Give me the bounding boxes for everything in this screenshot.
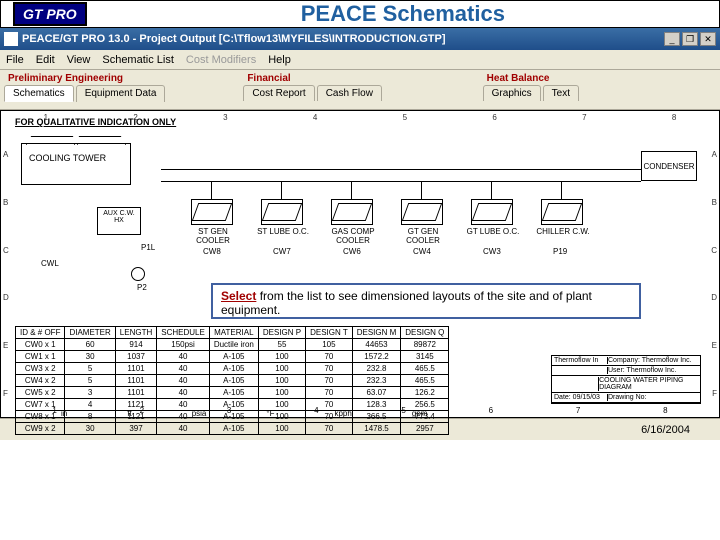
maximize-button[interactable]: ❐: [682, 32, 698, 46]
gt-pro-badge: GT PRO: [13, 2, 87, 26]
unit-gt-lube-oc: [471, 199, 513, 225]
aux-hx-symbol: AUX C.W. HX: [97, 207, 141, 235]
app-icon: [4, 32, 18, 46]
tag-p1l: P1L: [141, 243, 155, 252]
drawing-info-box: Thermoflow InCompany: Thermoflow Inc. Us…: [551, 355, 701, 404]
footer-date: 6/16/2004: [641, 424, 690, 436]
menu-schematic-list[interactable]: Schematic List: [102, 54, 174, 66]
bus-line-bottom: [161, 181, 641, 182]
group-heat-balance-label: Heat Balance: [483, 72, 716, 85]
label-gas-comp-cooler: GAS COMP COOLER: [325, 227, 381, 245]
menu-help[interactable]: Help: [268, 54, 291, 66]
tag-p19: P19: [553, 247, 567, 256]
table-row: CW4 x 25110140A-10510070232.3465.5: [16, 375, 449, 387]
hint-callout: Select from the list to see dimensioned …: [211, 283, 641, 319]
tab-cash-flow[interactable]: Cash Flow: [317, 85, 382, 101]
banner-title: PEACE Schematics: [87, 1, 719, 27]
ruler-right: ABCDEF: [707, 131, 717, 417]
bus-line-top: [161, 169, 641, 170]
window-titlebar: PEACE/GT PRO 13.0 - Project Output [C:\T…: [0, 28, 720, 50]
window-title: PEACE/GT PRO 13.0 - Project Output [C:\T…: [22, 33, 664, 45]
tab-groups: Preliminary Engineering Schematics Equip…: [0, 70, 720, 110]
hint-bold: Select: [221, 289, 256, 303]
unit-gt-gen-cooler: [401, 199, 443, 225]
hint-text: from the list to see dimensioned layouts…: [221, 289, 592, 317]
tag-p2: P2: [137, 283, 147, 292]
menu-edit[interactable]: Edit: [36, 54, 55, 66]
table-row: CW5 x 23110140A-1051007063.07126.2: [16, 387, 449, 399]
group-financial-label: Financial: [243, 72, 476, 85]
cooling-tower-symbol: [21, 143, 131, 185]
tag-cw4: CW4: [413, 247, 431, 256]
pump-p2-symbol: [131, 267, 145, 281]
tab-graphics[interactable]: Graphics: [483, 85, 541, 101]
group-preliminary-label: Preliminary Engineering: [4, 72, 237, 85]
unit-st-gen-cooler: [191, 199, 233, 225]
menu-cost-modifiers[interactable]: Cost Modifiers: [186, 54, 256, 66]
condenser-symbol: CONDENSER: [641, 151, 697, 181]
tag-cw3: CW3: [483, 247, 501, 256]
cooling-tower-label: COOLING TOWER: [29, 153, 106, 163]
tag-cw6: CW6: [343, 247, 361, 256]
label-chiller-cw: CHILLER C.W.: [535, 227, 591, 236]
table-header-row: ID & # OFFDIAMETERLENGTHSCHEDULEMATERIAL…: [16, 327, 449, 339]
close-button[interactable]: ✕: [700, 32, 716, 46]
pipe-data-table: ID & # OFFDIAMETERLENGTHSCHEDULEMATERIAL…: [15, 326, 449, 435]
ruler-bottom: 12345678: [11, 406, 709, 415]
table-row: CW0 x 160914150psiDuctile iron5510544653…: [16, 339, 449, 351]
table-row: CW9 x 23039740A-105100701478.52957: [16, 423, 449, 435]
tab-cost-report[interactable]: Cost Report: [243, 85, 314, 101]
table-row: CW3 x 25110140A-10510070232.8465.5: [16, 363, 449, 375]
unit-gas-comp-cooler: [331, 199, 373, 225]
label-st-lube-oc: ST LUBE O.C.: [255, 227, 311, 236]
menu-file[interactable]: File: [6, 54, 24, 66]
table-row: CW1 x 130103740A-105100701572.23145: [16, 351, 449, 363]
tab-equipment-data[interactable]: Equipment Data: [76, 85, 166, 102]
label-gt-gen-cooler: GT GEN COOLER: [395, 227, 451, 245]
menu-view[interactable]: View: [67, 54, 91, 66]
label-st-gen-cooler: ST GEN COOLER: [185, 227, 241, 245]
unit-chiller-cw: [541, 199, 583, 225]
menubar: File Edit View Schematic List Cost Modif…: [0, 50, 720, 70]
tag-cwl: CWL: [41, 259, 59, 268]
tab-schematics[interactable]: Schematics: [4, 85, 74, 102]
ruler-left: ABCDEF: [3, 131, 13, 417]
label-gt-lube-oc: GT LUBE O.C.: [465, 227, 521, 236]
minimize-button[interactable]: _: [664, 32, 680, 46]
tag-cw8: CW8: [203, 247, 221, 256]
top-banner: GT PRO PEACE Schematics: [0, 0, 720, 28]
ruler-top: 12345678: [1, 113, 719, 125]
schematic-canvas: FOR QUALITATIVE INDICATION ONLY 12345678…: [0, 110, 720, 418]
tab-text[interactable]: Text: [543, 85, 579, 101]
unit-st-lube-oc: [261, 199, 303, 225]
tag-cw7: CW7: [273, 247, 291, 256]
